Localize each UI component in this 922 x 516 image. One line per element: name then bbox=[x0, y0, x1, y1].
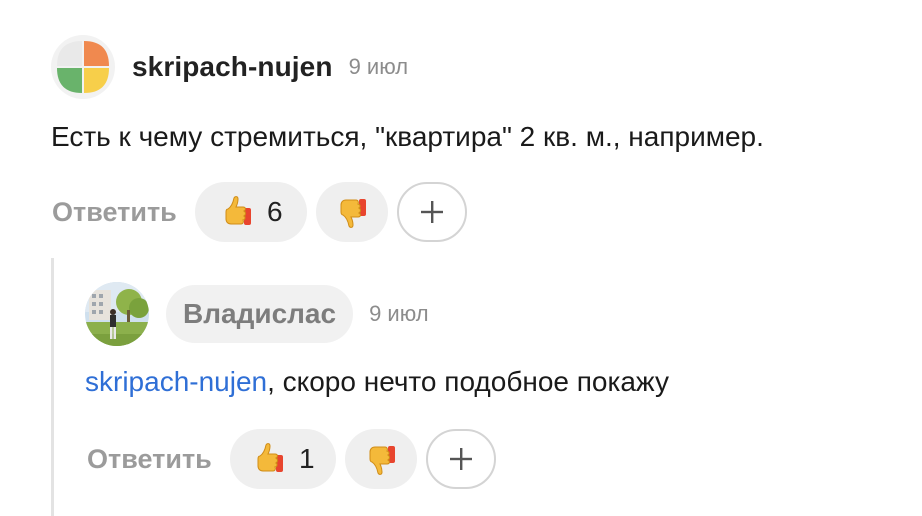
comment-actions: Ответить 6 bbox=[52, 180, 467, 244]
comment-header: Владислас 9 июл bbox=[85, 282, 905, 346]
comment-date: 9 июл bbox=[369, 301, 429, 326]
comment-text-body: , скоро нечто подобное покажу bbox=[267, 366, 669, 397]
reaction-thumbs-up-button[interactable]: 6 bbox=[194, 182, 307, 242]
add-reaction-button[interactable] bbox=[425, 429, 496, 489]
avatar[interactable] bbox=[51, 35, 115, 99]
thread-line bbox=[51, 258, 54, 516]
author-name[interactable]: skripach-nujen bbox=[132, 51, 333, 83]
comment-text: skripach-nujen, скоро нечто подобное пок… bbox=[85, 366, 669, 398]
thumbs-up-emoji-icon bbox=[219, 194, 255, 230]
mention-link[interactable]: skripach-nujen bbox=[85, 366, 267, 397]
plus-icon bbox=[448, 446, 474, 472]
plus-icon bbox=[419, 199, 445, 225]
reaction-thumbs-down-button[interactable] bbox=[344, 429, 417, 489]
reaction-count: 1 bbox=[298, 443, 315, 474]
avatar[interactable] bbox=[85, 282, 149, 346]
reaction-count: 6 bbox=[266, 196, 283, 227]
add-reaction-button[interactable] bbox=[396, 182, 467, 242]
reply-button[interactable]: Ответить bbox=[87, 444, 212, 475]
comment-top: skripach-nujen 9 июл Есть к чему стремит… bbox=[51, 35, 911, 152]
comments-page: skripach-nujen 9 июл Есть к чему стремит… bbox=[0, 0, 922, 516]
author-name[interactable]: Владислас bbox=[166, 285, 354, 343]
comment-date: 9 июл bbox=[348, 54, 409, 79]
comment-actions: Ответить 1 bbox=[87, 427, 496, 491]
reaction-thumbs-up-button[interactable]: 1 bbox=[229, 429, 336, 489]
thumbs-down-emoji-icon bbox=[334, 194, 370, 230]
comment-reply: Владислас 9 июл skripach-nujen, скоро не… bbox=[85, 282, 905, 397]
thumbs-up-emoji-icon bbox=[251, 441, 287, 477]
reaction-thumbs-down-button[interactable] bbox=[315, 182, 388, 242]
reply-button[interactable]: Ответить bbox=[52, 197, 177, 228]
comment-header: skripach-nujen 9 июл bbox=[51, 35, 911, 99]
thumbs-down-emoji-icon bbox=[363, 441, 399, 477]
comment-text: Есть к чему стремиться, "квартира" 2 кв.… bbox=[51, 121, 764, 152]
